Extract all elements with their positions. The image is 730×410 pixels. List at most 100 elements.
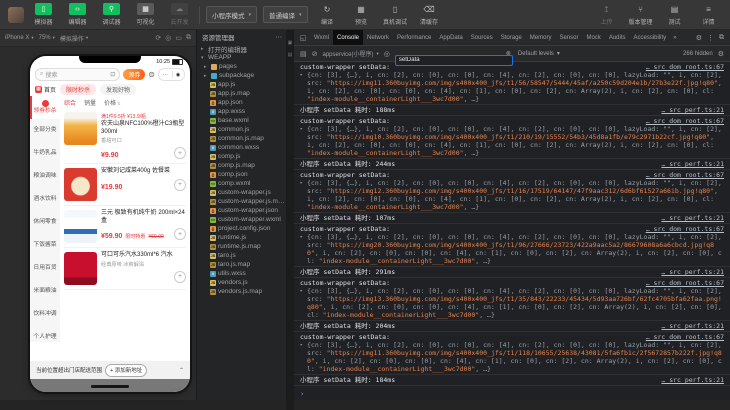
expand-icon[interactable]: ▸ bbox=[300, 179, 303, 187]
category-item[interactable]: 米面粮油 bbox=[30, 280, 60, 303]
dock-side-icon[interactable]: ⧉ bbox=[719, 34, 724, 42]
panel-splitter[interactable]: ▣ ▤ bbox=[286, 30, 294, 410]
devtools-tab[interactable]: Network bbox=[363, 30, 393, 45]
category-item[interactable]: 个人护理 bbox=[30, 326, 60, 342]
console-prompt[interactable]: › bbox=[294, 388, 730, 400]
user-avatar[interactable] bbox=[8, 6, 24, 23]
source-link[interactable]: … src_dom_root.ts:67 bbox=[646, 225, 724, 233]
editor-icon[interactable]: ▤ bbox=[288, 52, 293, 58]
category-item[interactable]: 全部分类 bbox=[30, 119, 60, 142]
kebab-menu-icon[interactable]: ⋮ bbox=[707, 34, 714, 42]
source-link[interactable]: … src_dom_root.ts:67 bbox=[646, 117, 724, 125]
panel-toggle-button[interactable]: ⚲ 调试器 bbox=[98, 3, 125, 26]
store-tab[interactable]: 发现好物 bbox=[100, 83, 137, 95]
eye-icon[interactable]: ◎ bbox=[384, 50, 390, 58]
mode-select[interactable]: 小程序模式 ▾ bbox=[206, 6, 258, 23]
home-chip[interactable]: ▦ 首页 bbox=[35, 85, 56, 94]
compile-mode-select[interactable]: 普通编译 ▾ bbox=[263, 6, 308, 23]
sort-option[interactable]: 价格 bbox=[104, 98, 121, 107]
expand-icon[interactable]: ▸ bbox=[300, 125, 303, 133]
toolbar-action-button[interactable]: ▦ 预览 bbox=[348, 3, 375, 27]
source-link[interactable]: … src_perf.ts:21 bbox=[661, 268, 724, 276]
source-link[interactable]: … src_perf.ts:21 bbox=[661, 160, 724, 168]
add-to-cart-button[interactable]: + bbox=[174, 270, 186, 283]
more-actions-icon[interactable]: ⋯ bbox=[276, 33, 283, 41]
inspect-element-icon[interactable]: ◱ bbox=[296, 30, 310, 45]
file-row[interactable]: ▸ app.wxss bbox=[197, 107, 287, 116]
category-item[interactable]: 休闲零食 bbox=[30, 211, 60, 234]
file-row[interactable]: ▸ common.wxss bbox=[197, 143, 287, 152]
file-row[interactable]: ▸ custom-wrapper.json bbox=[197, 206, 287, 215]
toolbar-action-button[interactable]: ↻ 编译 bbox=[314, 3, 341, 27]
simulator-tool-icon[interactable]: ◎ bbox=[165, 34, 171, 42]
file-row[interactable]: ▸ taro.js.map bbox=[197, 260, 287, 269]
file-row[interactable]: ▸ subpackage bbox=[197, 71, 287, 80]
expand-icon[interactable]: ▸ bbox=[300, 233, 303, 241]
source-link[interactable]: … src_dom_root.ts:67 bbox=[646, 333, 724, 341]
toolbar-action-button[interactable]: ≡ 详情 bbox=[695, 3, 722, 27]
devtools-tab[interactable]: Console bbox=[333, 30, 364, 45]
file-row[interactable]: ▸ comp.js bbox=[197, 152, 287, 161]
devtools-tab[interactable]: Storage bbox=[497, 30, 526, 45]
simulator-tool-icon[interactable]: ⟳ bbox=[155, 34, 161, 42]
store-tab[interactable]: 限时秒杀 bbox=[60, 83, 97, 95]
add-address-button[interactable]: + 添加新地址 bbox=[105, 363, 148, 377]
expand-icon[interactable]: ▸ bbox=[300, 287, 303, 295]
editor-icon[interactable]: ▣ bbox=[288, 40, 293, 46]
category-item[interactable]: 下饭酱菜 bbox=[30, 234, 60, 257]
category-item[interactable]: 日用百货 bbox=[30, 257, 60, 280]
file-row[interactable]: ▸ common.js bbox=[197, 125, 287, 134]
category-item[interactable]: 粮油调味 bbox=[30, 165, 60, 188]
category-item[interactable]: 牛奶乳品 bbox=[30, 142, 60, 165]
console-settings-icon[interactable]: ⚙ bbox=[718, 50, 724, 58]
file-row[interactable]: ▸ pages bbox=[197, 62, 287, 71]
file-row[interactable]: ▸ comp.wxml bbox=[197, 179, 287, 188]
source-link[interactable]: … src_dom_root.ts:67 bbox=[646, 171, 724, 179]
file-row[interactable]: ▸ project.config.json bbox=[197, 224, 287, 233]
console-sidebar-icon[interactable]: ▤ bbox=[300, 50, 307, 58]
source-link[interactable]: … src_perf.ts:21 bbox=[661, 106, 724, 114]
zoom-select[interactable]: 75% ▾ bbox=[39, 35, 55, 41]
file-row[interactable]: ▸ app.js bbox=[197, 80, 287, 89]
log-levels-select[interactable]: Default levels ▾ bbox=[518, 50, 560, 58]
file-row[interactable]: ▸ taro.js bbox=[197, 251, 287, 260]
toolbar-action-button[interactable]: ↥ 上传 bbox=[593, 3, 620, 27]
devtools-tab[interactable]: Audits bbox=[605, 30, 630, 45]
more-icon[interactable]: ⋯ bbox=[163, 72, 168, 78]
execution-context-select[interactable]: appservice(小程序) ▾ bbox=[323, 49, 379, 59]
toolbar-action-button[interactable]: ▯ 真机调试 bbox=[382, 3, 409, 27]
miniprogram-capsule[interactable]: ⋯ ◉ bbox=[158, 68, 185, 81]
source-link[interactable]: … src_perf.ts:21 bbox=[661, 214, 724, 222]
expand-icon[interactable]: ▸ bbox=[300, 341, 303, 349]
source-link[interactable]: … src_perf.ts:21 bbox=[661, 322, 724, 330]
file-row[interactable]: ▸ comp.js.map bbox=[197, 161, 287, 170]
toolbar-action-button[interactable]: ⌫ 清缓存 bbox=[416, 3, 443, 27]
service-icon[interactable]: ⊜ bbox=[148, 70, 155, 79]
file-row[interactable]: ▸ vendors.js bbox=[197, 278, 287, 287]
source-link[interactable]: … src_dom_root.ts:67 bbox=[646, 279, 724, 287]
source-link[interactable]: … src_dom_root.ts:67 bbox=[646, 63, 724, 71]
file-row[interactable]: ▸ app.js.map bbox=[197, 89, 287, 98]
toolbar-action-button[interactable]: ⑂ 版本管理 bbox=[627, 3, 654, 27]
devtools-tab[interactable]: Sources bbox=[467, 30, 497, 45]
panel-toggle-button[interactable]: ▦ 可视化 bbox=[132, 3, 159, 26]
gear-icon[interactable]: ⚙ bbox=[696, 34, 702, 42]
product-card[interactable]: 安徽刘记咸菜400g 佐餐菜 ¥19.90 + bbox=[64, 164, 186, 206]
category-item[interactable]: 领券秒杀 bbox=[30, 96, 60, 119]
add-to-cart-button[interactable]: + bbox=[174, 147, 186, 159]
panel-toggle-button[interactable]: ‹› 编辑器 bbox=[64, 3, 91, 26]
add-to-cart-button[interactable]: + bbox=[174, 228, 186, 240]
devtools-tab[interactable]: Memory bbox=[526, 30, 556, 45]
devtools-tab[interactable]: Mock bbox=[582, 30, 604, 45]
console-filter-input[interactable] bbox=[394, 54, 513, 66]
toolbar-action-button[interactable]: ▤ 测试 bbox=[661, 3, 688, 27]
devtools-tab[interactable]: Accessibility bbox=[630, 30, 671, 45]
sort-option[interactable]: 销量 bbox=[84, 98, 96, 107]
product-card[interactable]: 三元 极致有机纯牛奶 200ml×24盒 ¥59.90 限时特惠 ¥69.90 … bbox=[64, 206, 186, 248]
coupon-button[interactable]: 领券 bbox=[123, 69, 146, 80]
file-row[interactable]: ▸ utils.wxss bbox=[197, 269, 287, 278]
simulator-tool-icon[interactable]: ⧉ bbox=[186, 34, 191, 42]
category-item[interactable]: 饮料冲调 bbox=[30, 303, 60, 326]
simulate-menu[interactable]: 模拟操作 ▾ bbox=[60, 34, 88, 43]
file-row[interactable]: ▸ custom-wrapper.js.m… bbox=[197, 197, 287, 206]
